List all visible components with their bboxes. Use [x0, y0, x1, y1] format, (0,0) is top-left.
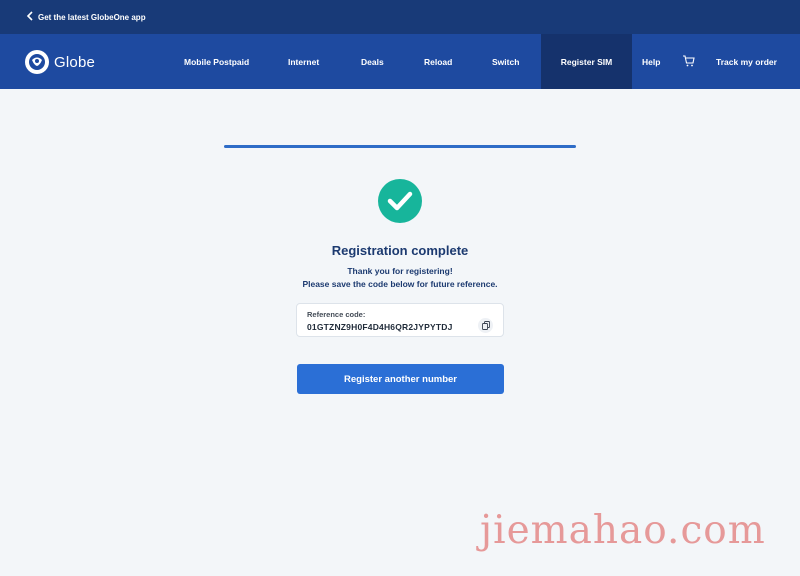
- main-navigation: Globe Mobile Postpaid Internet Deals Rel…: [0, 34, 800, 89]
- nav-switch[interactable]: Switch: [492, 34, 519, 89]
- nav-register-sim[interactable]: Register SIM: [541, 34, 632, 89]
- reference-code-card: Reference code: 01GTZNZ9H0F4D4H6QR2JYPYT…: [296, 303, 504, 337]
- globe-logo[interactable]: Globe: [25, 50, 95, 74]
- nav-help[interactable]: Help: [642, 34, 660, 89]
- nav-mobile-postpaid[interactable]: Mobile Postpaid: [184, 34, 249, 89]
- brand-name: Globe: [54, 53, 96, 71]
- status-title: Registration complete: [331, 243, 469, 258]
- copy-icon[interactable]: [478, 318, 493, 333]
- reference-code-label: Reference code:: [307, 310, 366, 319]
- save-code-instruction: Please save the code below for future re…: [302, 279, 498, 289]
- top-announcement-bar: Get the latest GlobeOne app: [0, 0, 800, 34]
- thank-you-text: Thank you for registering!: [347, 266, 453, 276]
- watermark: jiemahao.com: [480, 508, 766, 553]
- nav-reload[interactable]: Reload: [424, 34, 452, 89]
- progress-bar: [224, 145, 576, 148]
- nav-track-order[interactable]: Track my order: [716, 34, 777, 89]
- nav-deals[interactable]: Deals: [361, 34, 384, 89]
- nav-internet[interactable]: Internet: [288, 34, 319, 89]
- register-another-number-button[interactable]: Register another number: [297, 364, 504, 394]
- reference-code-value: 01GTZNZ9H0F4D4H6QR2JYPYTDJ: [307, 322, 453, 332]
- get-app-link[interactable]: Get the latest GlobeOne app: [38, 13, 146, 22]
- cart-icon[interactable]: [682, 54, 695, 72]
- chevron-left-icon[interactable]: [26, 10, 36, 24]
- globe-logo-icon: [25, 50, 49, 74]
- checkmark-icon: [378, 179, 422, 223]
